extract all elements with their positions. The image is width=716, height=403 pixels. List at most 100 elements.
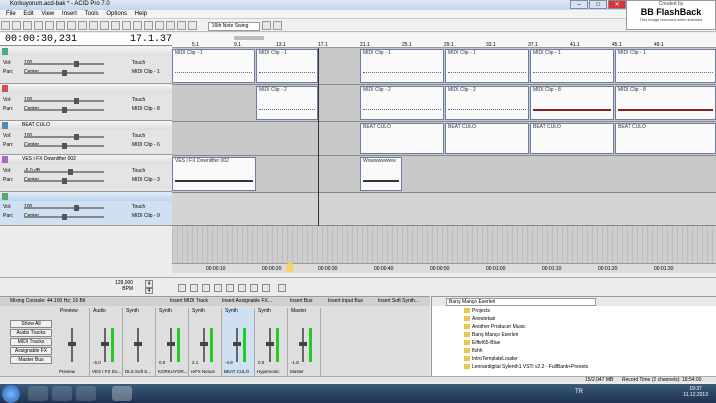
clip[interactable]: BEAT CULO [615,123,716,154]
play-from-start-icon[interactable] [202,284,210,292]
insert-midi-track-button[interactable]: Insert MIDI Track [170,298,208,304]
fader-knob[interactable] [200,342,208,346]
metronome-button-icon[interactable] [278,284,286,292]
clip[interactable]: MIDI Clip - 1 [360,49,444,83]
copy-icon[interactable] [67,21,76,30]
track-clip-select[interactable]: MIDI Clip - 6 [132,142,160,148]
track-clip-select[interactable]: MIDI Clip - 9 [132,213,160,219]
pan-knob[interactable] [62,107,67,113]
save-icon[interactable] [23,21,32,30]
go-end-icon[interactable] [262,284,270,292]
select-icon[interactable] [155,21,164,30]
clip[interactable]: VES I FX Downlifter 002 [172,157,256,191]
vol-slider[interactable] [24,61,104,67]
open-icon[interactable] [12,21,21,30]
pan-knob[interactable] [62,143,67,149]
fader-knob[interactable] [167,342,175,346]
tempo-icon[interactable] [262,21,272,30]
clip[interactable]: MIDI Clip - 2 [256,86,318,120]
track-clip-select[interactable]: MIDI Clip - 8 [132,106,160,112]
menu-options[interactable]: Options [106,10,127,19]
clip[interactable]: BEAT CULO [360,123,444,154]
taskbar-clock[interactable]: 19:37 11.12.2013 [683,386,708,398]
master-bus-button[interactable]: Master Bus [10,356,52,364]
close-button[interactable]: ✕ [608,0,626,9]
mixer-strip-audio[interactable]: Audio -6.0 VES I FX Do... [91,308,123,376]
playhead[interactable] [318,48,319,226]
stop-icon[interactable] [238,284,246,292]
maximize-button[interactable]: □ [589,0,607,9]
clip[interactable]: MIDI Clip - 2 [360,86,444,120]
undo-icon[interactable] [89,21,98,30]
pan-slider[interactable] [24,107,104,113]
redo-icon[interactable] [100,21,109,30]
automation-mode[interactable]: Touch [132,60,145,66]
automation-mode[interactable]: Touch [132,168,145,174]
midi-tracks-button[interactable]: MIDI Tracks [10,338,52,346]
mixer-strip-synth-3[interactable]: Synth 2.1 reFX Nexus [190,308,222,376]
insert-bus-button[interactable]: Insert Bus [290,298,313,304]
menu-insert[interactable]: Insert [62,10,77,19]
explorer-taskbar-icon[interactable] [28,386,48,401]
clip[interactable]: MIDI Clip - 8 [530,86,614,120]
track-5[interactable]: Vol:100 Pan:Center Touch MIDI Clip - 9 [0,192,172,226]
clip[interactable]: MIDI Clip - 2 [445,86,529,120]
folder-item[interactable]: IntroTemplateLouder [464,356,518,362]
audio-tracks-button[interactable]: Audio Tracks [10,329,52,337]
beats-per-measure[interactable]: 4 [145,280,153,288]
mixer-strip-preview[interactable]: Preview Preview [58,308,90,376]
automation-mode[interactable]: Touch [132,97,145,103]
pan-knob[interactable] [62,70,67,76]
menu-tools[interactable]: Tools [85,10,99,19]
timeline-area[interactable]: MIDI Clip - 1 MIDI Clip - 1 MIDI Clip - … [172,48,716,226]
clip[interactable]: BEAT CULO [530,123,614,154]
pause-icon[interactable] [226,284,234,292]
vol-knob[interactable] [74,98,79,104]
folder-item[interactable]: Projects [464,308,490,314]
track-clip-select[interactable]: MIDI Clip - 1 [132,69,160,75]
track-clip-select[interactable]: MIDI Clip - 3 [132,177,160,183]
minimize-button[interactable]: – [570,0,588,9]
folder-item[interactable]: flshh [464,348,483,354]
mixer-strip-synth-4[interactable]: Synth -4.9 BEAT CULO [223,308,255,376]
vol-slider[interactable] [24,98,104,104]
loop-icon[interactable] [190,284,198,292]
menu-edit[interactable]: Edit [23,10,33,19]
snap-icon[interactable] [111,21,120,30]
pan-knob[interactable] [62,214,67,220]
folder-taskbar-icon[interactable] [76,386,96,401]
folder-item[interactable]: Barış Manço Eserleri [464,332,518,338]
vol-knob[interactable] [74,61,79,67]
pencil-icon[interactable] [133,21,142,30]
clip[interactable]: MIDI Clip - 1 [445,49,529,83]
grid-icon[interactable] [122,21,131,30]
pan-slider[interactable] [24,70,104,76]
fader-knob[interactable] [134,342,142,346]
vol-slider[interactable] [24,205,104,211]
menu-file[interactable]: File [6,10,16,19]
fader-knob[interactable] [68,342,76,346]
acid-taskbar-icon[interactable] [112,386,132,401]
fader-knob[interactable] [233,342,241,346]
tempo-display[interactable]: 128,000 BPM [115,280,133,292]
fader-knob[interactable] [266,342,274,346]
folder-item[interactable]: Another Producer Music [464,324,526,330]
clip[interactable]: MIDI Clip - 1 [256,49,318,83]
track-2[interactable]: Vol:100 Pan:Center Touch MIDI Clip - 8 [0,84,172,121]
clip[interactable]: Wowwwwwww [360,157,402,191]
mixer-strip-master[interactable]: Master -1.8 Master [289,308,321,376]
vol-knob[interactable] [74,205,79,211]
automation-mode[interactable]: Touch [132,204,145,210]
pan-slider[interactable] [24,214,104,220]
track-3[interactable]: BEAT CULO Vol:100 Pan:Center Touch MIDI … [0,121,172,155]
explorer-path-bar[interactable]: Barış Manço Eserleri [432,297,716,306]
mixer-strip-synth-5[interactable]: Synth 0.0 Hypersonic [256,308,288,376]
pan-knob[interactable] [62,178,67,184]
swing-select[interactable]: 16th Note Swing [207,22,260,31]
clip[interactable]: MIDI Clip - 1 [615,49,716,83]
folder-item[interactable]: Anestetasi [464,316,495,322]
properties-icon[interactable] [45,21,54,30]
erase-icon[interactable] [144,21,153,30]
new-icon[interactable] [1,21,10,30]
show-all-button[interactable]: Show All [10,320,52,328]
